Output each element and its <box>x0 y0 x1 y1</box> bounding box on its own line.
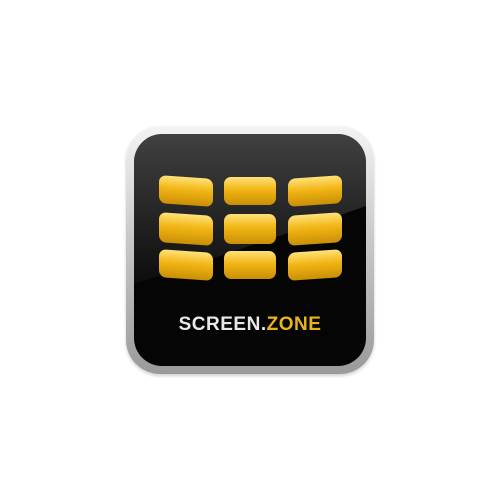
brand-wordmark: SCREEN.ZONE <box>134 314 366 336</box>
tile-r3-c1 <box>159 249 213 281</box>
tile-r2-c2 <box>224 214 276 244</box>
tile-r2-c1 <box>159 212 213 246</box>
app-icon: SCREEN.ZONE <box>134 134 366 366</box>
tile-r1-c3 <box>288 175 342 207</box>
tile-r2-c3 <box>288 212 342 246</box>
tile-r1-c1 <box>159 175 213 207</box>
tile-r3-c3 <box>288 249 342 281</box>
tile-r3-c2 <box>224 251 276 279</box>
logo-canvas: SCREEN.ZONE <box>0 0 500 500</box>
tile-r1-c2 <box>224 177 276 205</box>
brand-word-screen: SCREEN <box>178 314 261 335</box>
brand-word-zone: ZONE <box>266 314 322 335</box>
